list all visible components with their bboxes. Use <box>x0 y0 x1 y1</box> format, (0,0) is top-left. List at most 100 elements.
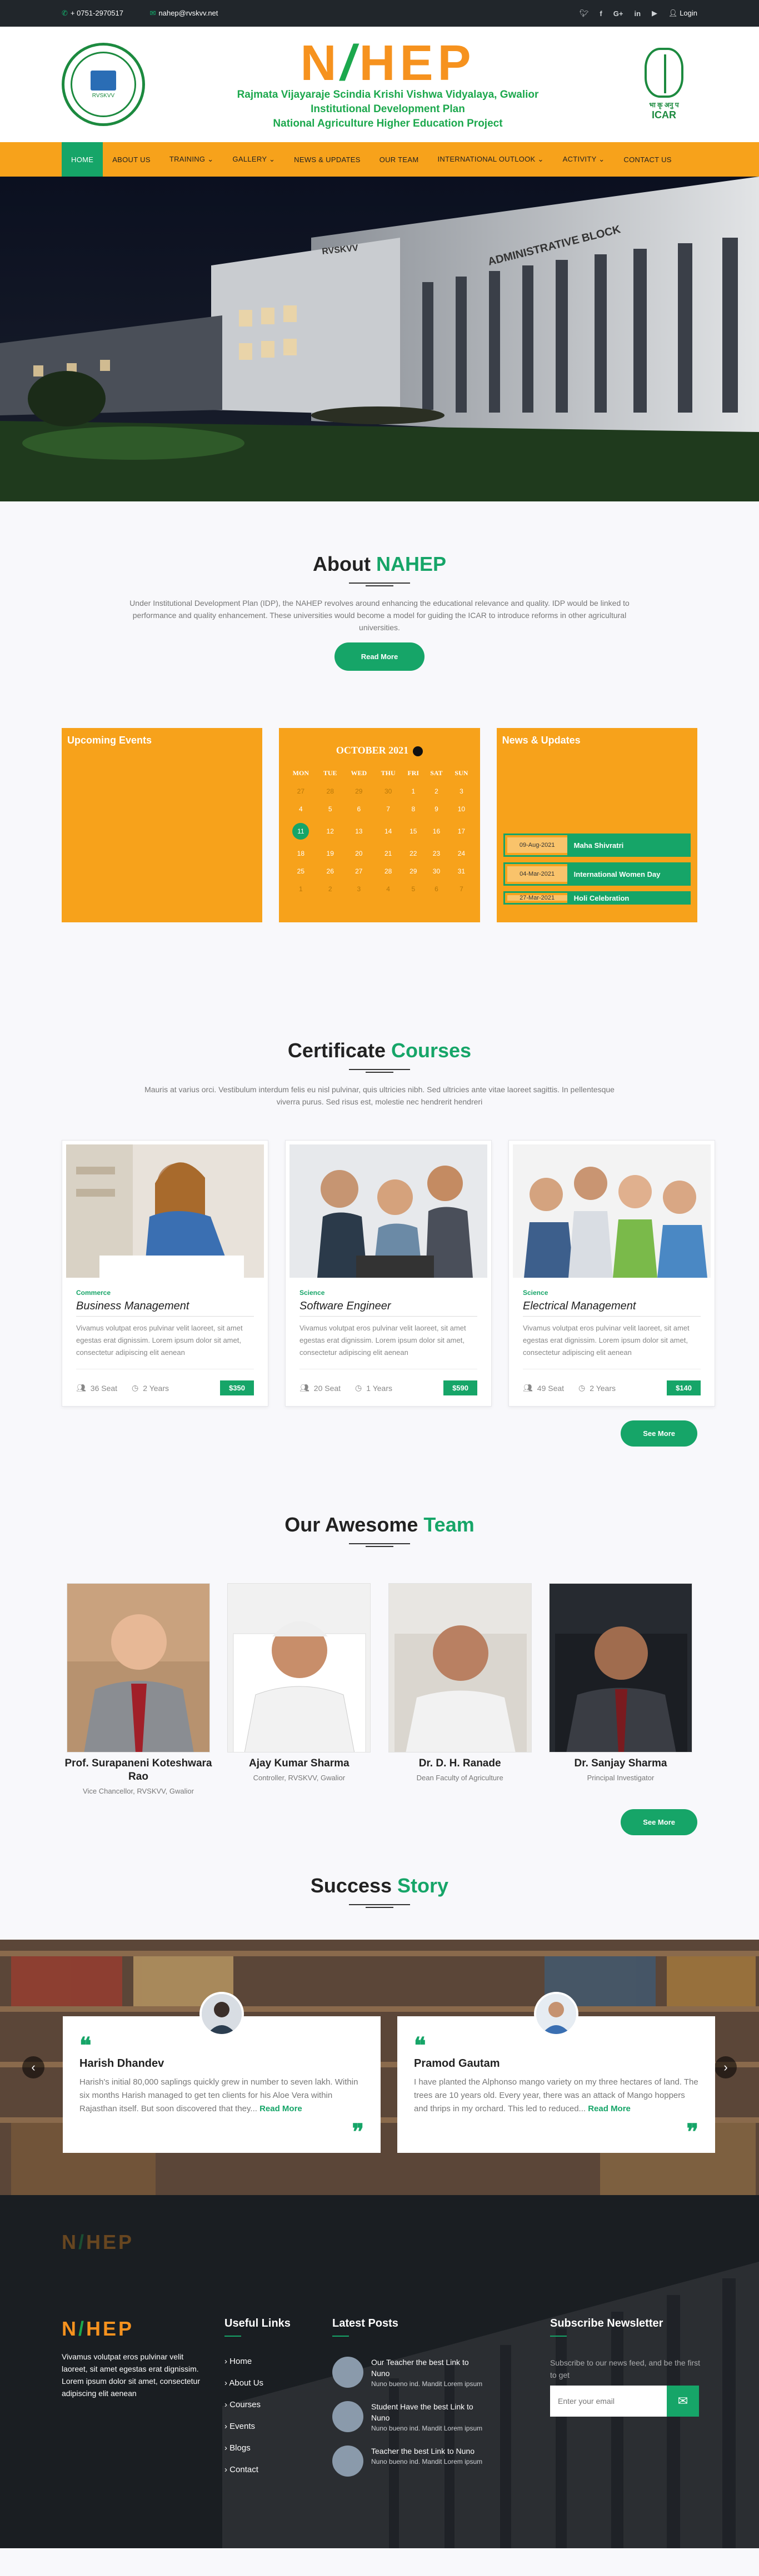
latest-post[interactable]: Our Teacher the best Link to Nuno Nuno bu… <box>332 2357 488 2389</box>
story-card[interactable]: ❝ Harish Dhandev Harish's initial 80,000… <box>63 1992 381 2153</box>
calendar-day[interactable]: 1 <box>284 880 317 898</box>
icar-logo[interactable]: भा कृ अनु प ICAR <box>631 48 697 121</box>
newsletter-email-input[interactable] <box>550 2386 667 2417</box>
course-card[interactable]: Commerce Business Management Vivamus vol… <box>62 1140 268 1407</box>
footer-link-about[interactable]: About Us <box>224 2378 291 2388</box>
calendar-day[interactable]: 7 <box>374 800 402 818</box>
send-icon[interactable]: ✉ <box>667 2386 699 2417</box>
news-item[interactable]: 04-Mar-2021 International Women Day <box>503 862 691 886</box>
calendar-day[interactable]: 21 <box>374 845 402 862</box>
nav-activity[interactable]: ACTIVITY ⌄ <box>553 142 615 177</box>
twitter-icon[interactable]: 🐦︎ <box>580 9 589 18</box>
news-item[interactable]: 09-Aug-2021 Maha Shivratri <box>503 833 691 857</box>
story-read-more-link[interactable]: Read More <box>259 2104 302 2113</box>
news-item[interactable]: 27-Mar-2021 Holi Celebration <box>503 891 691 905</box>
calendar-day[interactable]: 31 <box>448 862 474 880</box>
nav-contact[interactable]: CONTACT US <box>614 142 681 177</box>
calendar-day[interactable]: 20 <box>343 845 374 862</box>
member-role: Dean Faculty of Agriculture <box>416 1774 503 1782</box>
calendar-day[interactable]: 3 <box>343 880 374 898</box>
calendar-day[interactable]: 4 <box>284 800 317 818</box>
calendar-day[interactable]: 15 <box>402 818 425 845</box>
team-member[interactable]: Prof. Surapaneni Koteshwara Rao Vice Cha… <box>62 1583 215 1795</box>
calendar-day[interactable]: 19 <box>317 845 343 862</box>
calendar-day[interactable]: 6 <box>425 880 448 898</box>
course-name[interactable]: Business Management <box>76 1300 254 1317</box>
calendar-day[interactable]: 28 <box>317 782 343 800</box>
calendar-day[interactable]: 10 <box>448 800 474 818</box>
calendar-day[interactable]: 8 <box>402 800 425 818</box>
footer-link-contact[interactable]: Contact <box>224 2465 291 2474</box>
calendar-day[interactable]: 14 <box>374 818 402 845</box>
calendar-day[interactable]: 29 <box>402 862 425 880</box>
facebook-icon[interactable]: f <box>600 9 602 18</box>
google-plus-icon[interactable]: G+ <box>613 9 623 18</box>
calendar-day[interactable]: 27 <box>284 782 317 800</box>
phone-contact[interactable]: ✆ + 0751-2970517 <box>62 9 136 17</box>
see-more-courses-button[interactable]: See More <box>621 1420 697 1447</box>
nav-news[interactable]: NEWS & UPDATES <box>284 142 370 177</box>
nav-team[interactable]: OUR TEAM <box>370 142 428 177</box>
nav-home[interactable]: HOME <box>62 142 103 177</box>
nav-international[interactable]: INTERNATIONAL OUTLOOK ⌄ <box>428 142 553 177</box>
login-link[interactable]: 👤︎ Login <box>668 9 697 18</box>
footer-link-home[interactable]: Home <box>224 2357 291 2366</box>
calendar-day[interactable]: 11 <box>284 818 317 845</box>
calendar-day[interactable]: 16 <box>425 818 448 845</box>
carousel-next-button[interactable]: › <box>715 2056 737 2078</box>
calendar-day[interactable]: 6 <box>343 800 374 818</box>
calendar-day[interactable]: 7 <box>448 880 474 898</box>
calendar-day-number: 10 <box>457 805 466 813</box>
footer-link-courses[interactable]: Courses <box>224 2400 291 2409</box>
calendar-day[interactable]: 2 <box>317 880 343 898</box>
calendar-day[interactable]: 5 <box>317 800 343 818</box>
team-member[interactable]: Dr. Sanjay Sharma Principal Investigator <box>544 1583 697 1795</box>
university-emblem[interactable]: RVSKVV <box>62 43 145 126</box>
calendar-day[interactable]: 26 <box>317 862 343 880</box>
calendar-day[interactable]: 9 <box>425 800 448 818</box>
calendar-day[interactable]: 13 <box>343 818 374 845</box>
footer-link-events[interactable]: Events <box>224 2422 291 2431</box>
course-card[interactable]: Science Software Engineer Vivamus volutp… <box>285 1140 492 1407</box>
calendar-day[interactable]: 23 <box>425 845 448 862</box>
nahep-brand[interactable]: N/HEP Rajmata Vijayaraje Scindia Krishi … <box>237 38 539 130</box>
course-card[interactable]: Science Electrical Management Vivamus vo… <box>508 1140 715 1407</box>
calendar-day[interactable]: 27 <box>343 862 374 880</box>
footer-logo[interactable]: N/HEP <box>62 2317 201 2341</box>
nav-gallery[interactable]: GALLERY ⌄ <box>223 142 284 177</box>
calendar-day[interactable]: 12 <box>317 818 343 845</box>
calendar-day[interactable]: 17 <box>448 818 474 845</box>
course-name[interactable]: Electrical Management <box>523 1300 701 1317</box>
story-card[interactable]: ❝ Pramod Gautam I have planted the Alpho… <box>397 1992 715 2153</box>
team-member[interactable]: Dr. D. H. Ranade Dean Faculty of Agricul… <box>383 1583 537 1795</box>
footer-link-blogs[interactable]: Blogs <box>224 2443 291 2453</box>
email-contact[interactable]: ✉ nahep@rvskvv.net <box>150 9 231 17</box>
calendar-day[interactable]: 30 <box>374 782 402 800</box>
calendar-day[interactable]: 5 <box>402 880 425 898</box>
calendar-day[interactable]: 28 <box>374 862 402 880</box>
calendar-day[interactable]: 1 <box>402 782 425 800</box>
calendar-day[interactable]: 18 <box>284 845 317 862</box>
latest-post[interactable]: Teacher the best Link to Nuno Nuno bueno … <box>332 2446 488 2477</box>
team-member[interactable]: Ajay Kumar Sharma Controller, RVSKVV, Gw… <box>222 1583 376 1795</box>
calendar-nav-icon[interactable] <box>413 746 423 756</box>
latest-post[interactable]: Student Have the best Link to Nuno Nuno b… <box>332 2401 488 2433</box>
nav-training[interactable]: TRAINING ⌄ <box>160 142 223 177</box>
read-more-button[interactable]: Read More <box>334 642 425 671</box>
calendar-day[interactable]: 4 <box>374 880 402 898</box>
calendar-day[interactable]: 3 <box>448 782 474 800</box>
linkedin-icon[interactable]: in <box>634 9 641 18</box>
story-read-more-link[interactable]: Read More <box>588 2104 631 2113</box>
calendar-day[interactable]: 29 <box>343 782 374 800</box>
carousel-prev-button[interactable]: ‹ <box>22 2056 44 2078</box>
calendar-day[interactable]: 24 <box>448 845 474 862</box>
calendar-day[interactable]: 2 <box>425 782 448 800</box>
youtube-icon[interactable]: ▶ <box>652 9 657 18</box>
course-name[interactable]: Software Engineer <box>299 1300 477 1317</box>
member-name: Dr. D. H. Ranade <box>418 1757 501 1769</box>
calendar-day[interactable]: 22 <box>402 845 425 862</box>
see-more-team-button[interactable]: See More <box>621 1809 697 1835</box>
calendar-day[interactable]: 30 <box>425 862 448 880</box>
nav-about[interactable]: ABOUT US <box>103 142 160 177</box>
calendar-day[interactable]: 25 <box>284 862 317 880</box>
